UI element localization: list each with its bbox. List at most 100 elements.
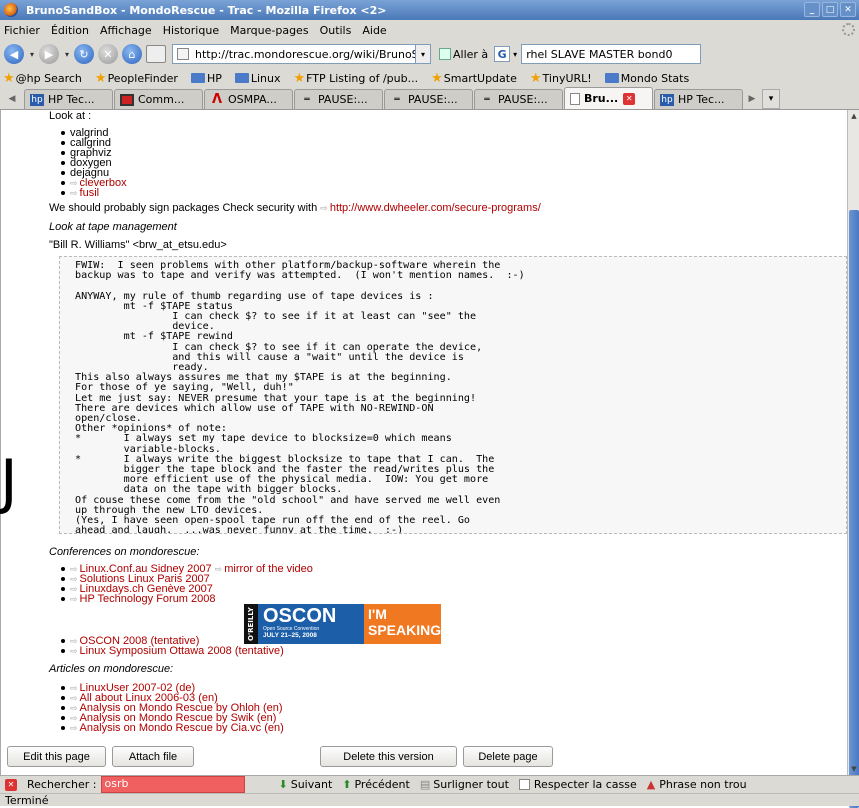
link-cia-vc[interactable]: ⇨ Analysis on Mondo Rescue by Cia.vc (en): [60, 723, 284, 734]
edit-page-button[interactable]: Edit this page: [7, 746, 106, 767]
maximize-icon[interactable]: □: [822, 2, 838, 17]
search-engine-dropdown-icon[interactable]: ▾: [513, 50, 517, 59]
bookmark-folder-mondo-stats[interactable]: Mondo Stats: [604, 71, 690, 85]
menu-fichier[interactable]: Fichier: [4, 24, 40, 37]
tab-hp-tec-1[interactable]: hp HP Tec...: [24, 89, 113, 109]
hp-icon: hp: [30, 93, 44, 106]
menu-bar: Fichier Édition Affichage Historique Mar…: [0, 20, 859, 40]
tab-list-dropdown-icon[interactable]: ▾: [762, 89, 780, 109]
bookmark-peoplefinder[interactable]: ★ PeopleFinder: [95, 71, 178, 86]
forward-icon[interactable]: ▶: [39, 44, 59, 64]
tab-bruno-active[interactable]: Bru... ✕: [564, 87, 653, 109]
folder-icon: [234, 73, 249, 83]
find-status-text: Phrase non trou: [659, 778, 747, 791]
bookmark-smartupdate[interactable]: ★ SmartUpdate: [431, 71, 517, 86]
find-close-icon[interactable]: ✕: [5, 778, 17, 791]
link-text: http://www.dwheeler.com/secure-programs/: [329, 202, 541, 214]
menu-aide[interactable]: Aide: [362, 24, 386, 37]
back-dropdown-icon[interactable]: ▾: [28, 44, 36, 64]
external-link-icon: ⇨: [70, 713, 78, 723]
link-text: Linux Symposium Ottawa 2008 (tentative): [79, 645, 284, 657]
tab-scroll-left-icon[interactable]: ◀: [0, 88, 24, 109]
highlight-icon: ▤: [419, 778, 431, 791]
status-bar: Terminé: [0, 793, 859, 807]
tab-label: PAUSE:...: [318, 93, 368, 106]
highlight-all-button[interactable]: ▤ Surligner tout: [420, 778, 509, 791]
external-link-icon: ⇨: [70, 574, 78, 584]
menu-edition[interactable]: Édition: [51, 24, 89, 37]
delete-page-button[interactable]: Delete page: [463, 746, 553, 767]
back-icon[interactable]: ◀: [4, 44, 24, 64]
menu-historique[interactable]: Historique: [163, 24, 219, 37]
bookmark-tinyurl[interactable]: ★ TinyURL!: [530, 71, 592, 86]
red-square-icon: [120, 93, 134, 106]
forward-dropdown-icon[interactable]: ▾: [63, 44, 71, 64]
go-icon: [439, 48, 451, 60]
search-engine-icon[interactable]: G: [494, 46, 511, 62]
hp-icon: hp: [660, 93, 674, 106]
url-bar[interactable]: http://trac.mondorescue.org/wiki/BrunoSa…: [172, 44, 416, 64]
link-hp-technology-forum[interactable]: ⇨ HP Technology Forum 2008: [60, 593, 313, 605]
url-dropdown-icon[interactable]: ▾: [416, 44, 431, 64]
scrollbar-thumb[interactable]: [849, 210, 859, 808]
link-linux-symposium[interactable]: ⇨ Linux Symposium Ottawa 2008 (tentative): [60, 645, 284, 657]
print-icon[interactable]: [146, 45, 166, 63]
find-bar: ✕ Rechercher : osrb ⬇ Suivant ⬆ Précédent …: [0, 775, 859, 793]
external-link-icon: ⇨: [70, 178, 78, 188]
tab-hp-tec-2[interactable]: hp HP Tec...: [654, 89, 743, 109]
bookmark-label: SmartUpdate: [443, 71, 517, 85]
attach-file-button[interactable]: Attach file: [112, 746, 194, 767]
pause-icon: ═: [484, 94, 490, 105]
home-icon[interactable]: ⌂: [122, 44, 142, 64]
match-case-checkbox[interactable]: Respecter la casse: [518, 778, 637, 791]
tab-pause-1[interactable]: ═ PAUSE:...: [294, 89, 383, 109]
scroll-up-icon[interactable]: ▲: [848, 110, 859, 122]
bookmark-ftp-listing[interactable]: ★ FTP Listing of /pub...: [293, 71, 418, 86]
find-next-label: Suivant: [290, 778, 333, 791]
tab-pause-3[interactable]: ═ PAUSE:...: [474, 89, 563, 109]
find-previous-button[interactable]: ⬆ Précédent: [342, 778, 410, 791]
title-bar: BrunoSandBox - MondoRescue - Trac - Mozi…: [0, 0, 859, 20]
conferences-list: ⇨ Linux.Conf.au Sidney 2007 ⇨ mirror of th…: [60, 564, 313, 605]
tab-osmpa[interactable]: Λ OSMPA...: [204, 89, 293, 109]
bookmark-folder-hp[interactable]: HP: [190, 72, 222, 85]
bookmark-folder-linux[interactable]: Linux: [234, 72, 280, 85]
menu-outils[interactable]: Outils: [320, 24, 352, 37]
external-link-icon: ⇨: [70, 564, 78, 574]
close-icon[interactable]: ✕: [840, 2, 856, 17]
scroll-down-icon[interactable]: ▼: [848, 763, 859, 775]
search-input[interactable]: rhel SLAVE MASTER bond0: [521, 44, 702, 64]
menu-marque-pages[interactable]: Marque-pages: [230, 24, 308, 37]
tab-label: HP Tec...: [48, 93, 95, 106]
go-button[interactable]: Aller à: [439, 48, 488, 61]
bookmark-hp-search[interactable]: ★ @hp Search: [3, 71, 82, 86]
tab-close-icon[interactable]: ✕: [623, 92, 636, 105]
match-case-label: Respecter la casse: [533, 778, 637, 791]
stop-icon[interactable]: ✕: [98, 44, 118, 64]
tab-label: OSMPA...: [228, 93, 277, 106]
link-dwheeler[interactable]: ⇨ http://www.dwheeler.com/secure-programs…: [320, 202, 540, 214]
menu-affichage[interactable]: Affichage: [100, 24, 152, 37]
minimize-icon[interactable]: _: [804, 2, 820, 17]
tab-scroll-right-icon[interactable]: ▶: [744, 88, 760, 109]
link-text: fusil: [79, 187, 100, 199]
im-text: I'M: [368, 606, 387, 622]
find-next-button[interactable]: ⬇ Suivant: [279, 778, 333, 791]
go-label: Aller à: [453, 47, 489, 61]
bookmark-label: @hp Search: [15, 71, 82, 85]
tab-pause-2[interactable]: ═ PAUSE:...: [384, 89, 473, 109]
external-link-icon: ⇨: [70, 646, 78, 656]
tab-comm[interactable]: Comm...: [114, 89, 203, 109]
vertical-scrollbar[interactable]: ▲ ▼: [847, 110, 859, 808]
link-text: HP Technology Forum 2008: [79, 593, 216, 605]
delete-version-button[interactable]: Delete this version: [320, 746, 457, 767]
bookmark-label: Mondo Stats: [620, 71, 690, 85]
email-quote-block: FWIW: I seen problems with other platfor…: [59, 256, 847, 534]
find-input[interactable]: osrb: [100, 776, 245, 793]
reload-icon[interactable]: ↻: [74, 44, 94, 64]
find-previous-label: Précédent: [354, 778, 410, 791]
tools-list: valgrind callgrind graphviz doxygen deja…: [60, 128, 127, 199]
star-icon: ★: [94, 70, 107, 86]
tab-label: PAUSE:...: [408, 93, 458, 106]
link-fusil[interactable]: ⇨ fusil: [60, 187, 127, 199]
